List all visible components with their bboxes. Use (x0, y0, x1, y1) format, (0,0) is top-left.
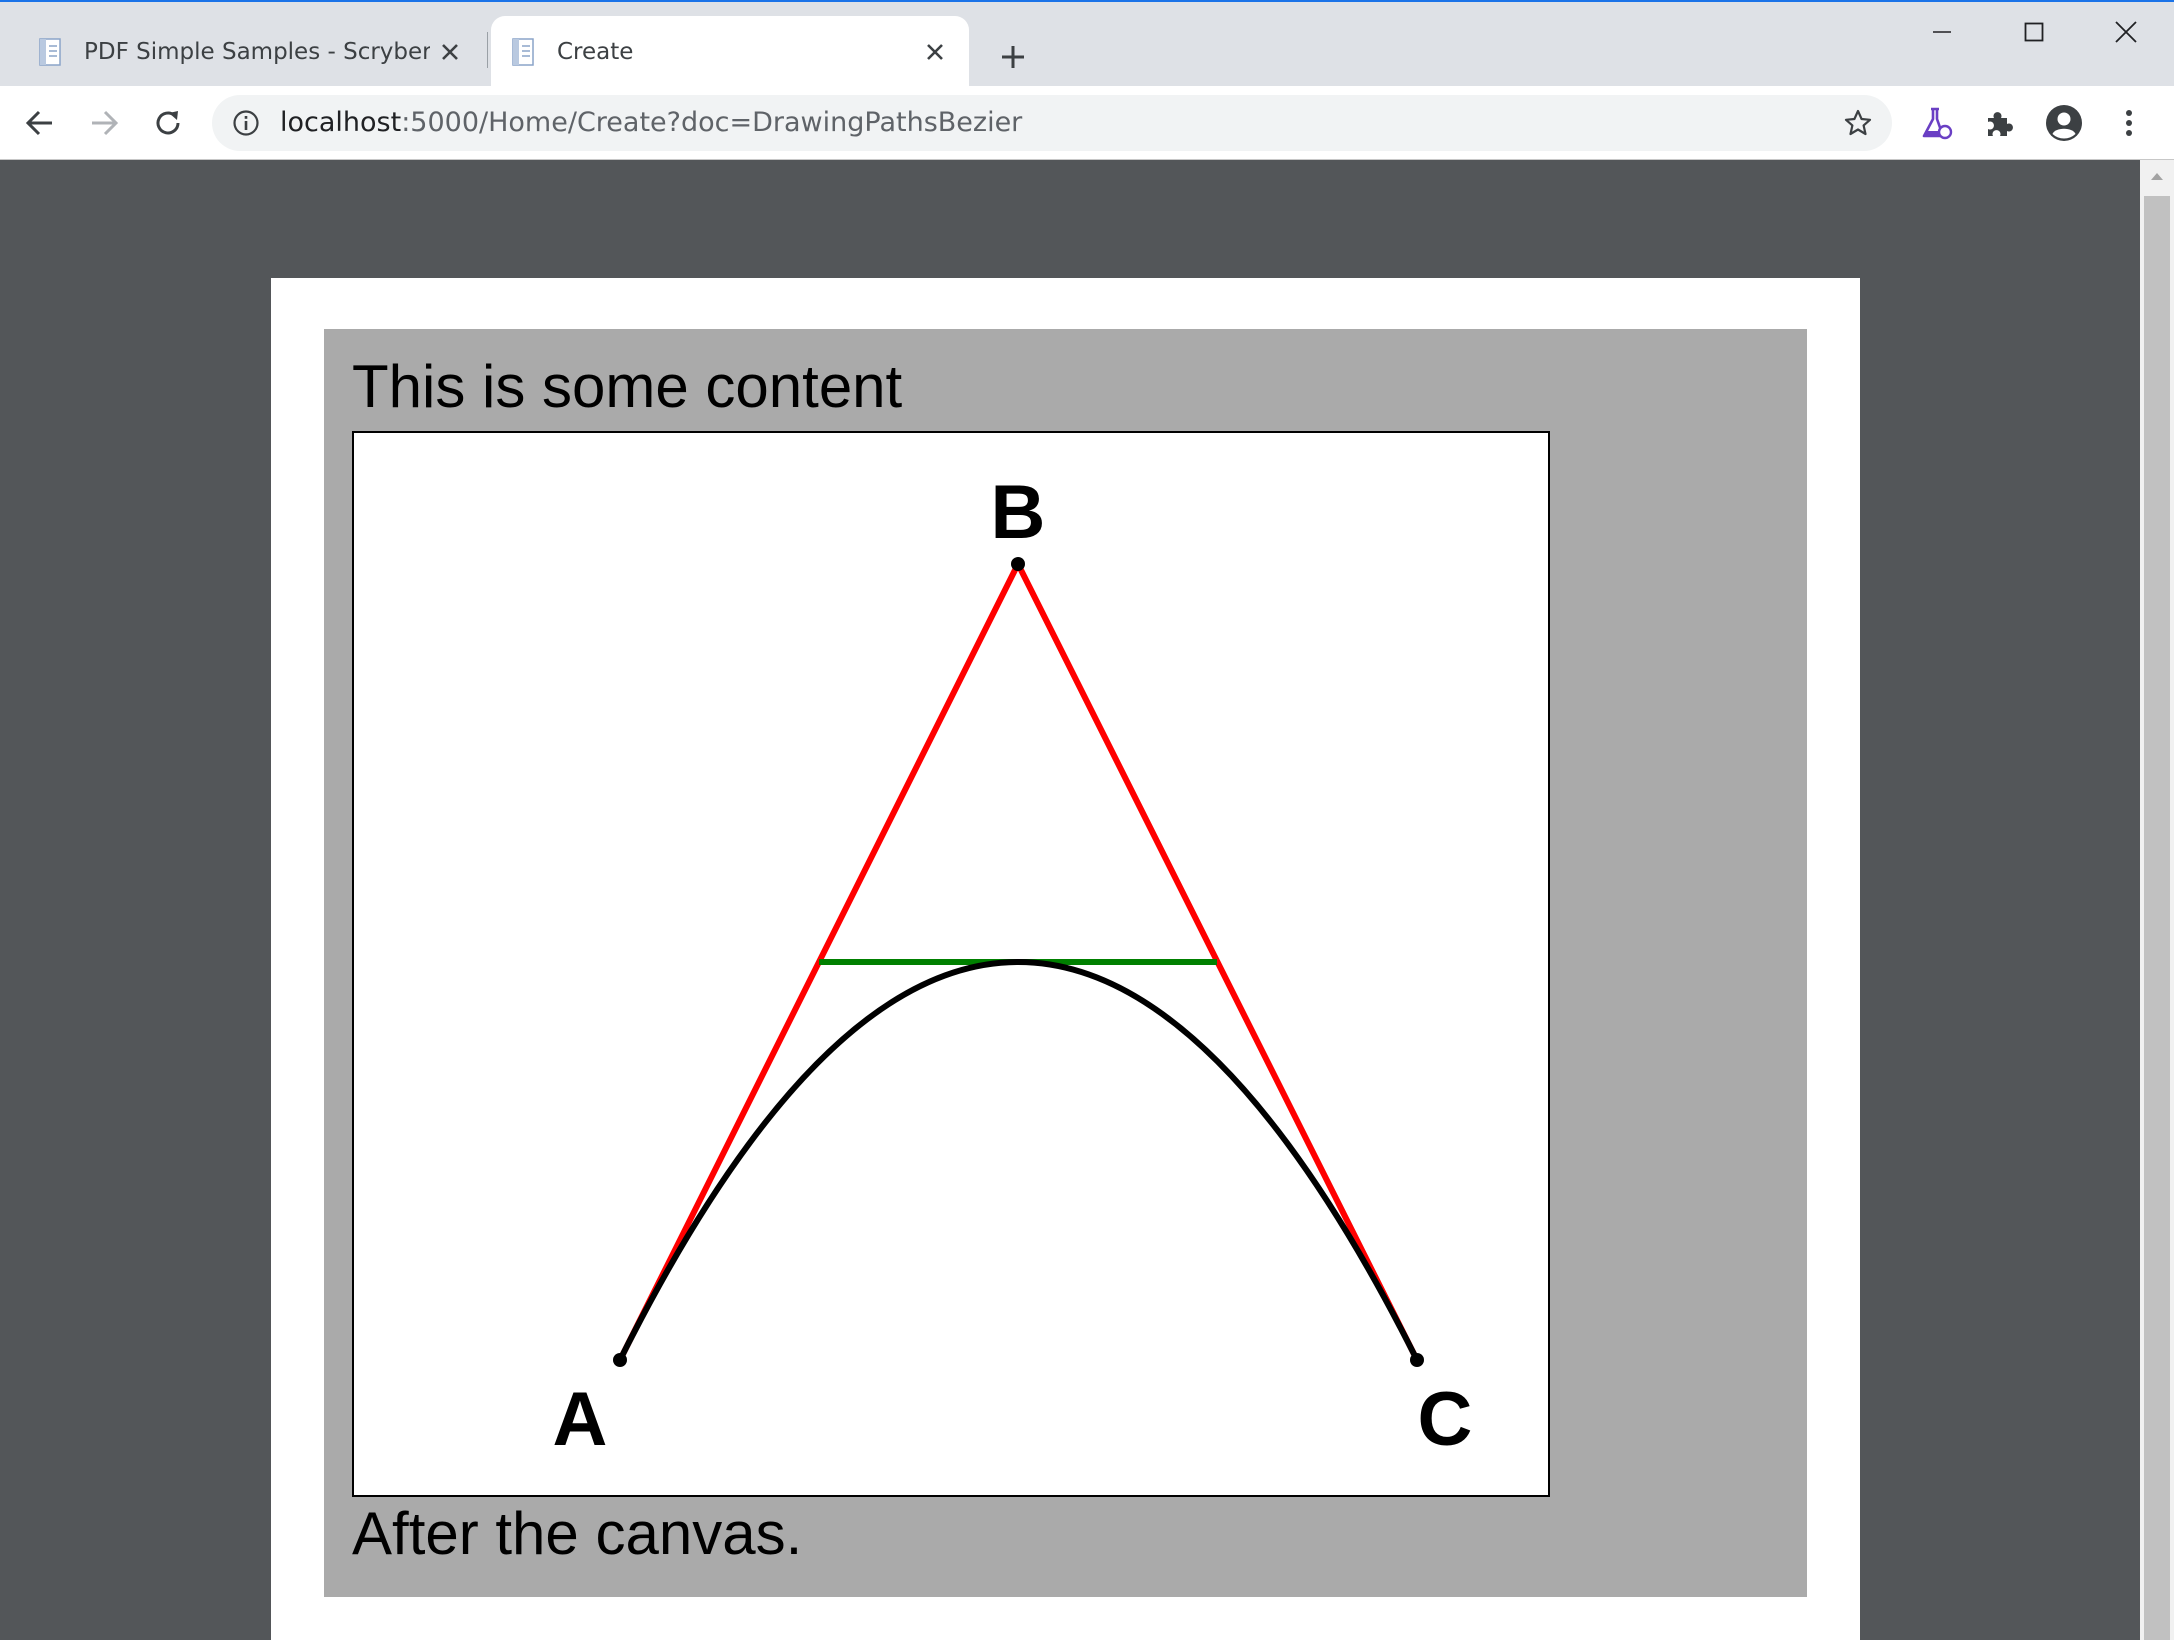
after-canvas-text: After the canvas. (352, 1500, 803, 1567)
browser-toolbar: localhost:5000/Home/Create?doc=DrawingPa… (0, 86, 2174, 160)
minimize-button[interactable] (1896, 2, 1988, 62)
address-bar[interactable]: localhost:5000/Home/Create?doc=DrawingPa… (212, 95, 1892, 151)
point-c-dot (1410, 1353, 1424, 1367)
tab-title: Create (557, 39, 634, 65)
minimize-icon (1933, 31, 1951, 33)
arrow-left-icon (25, 110, 52, 136)
reload-icon (156, 111, 180, 135)
point-a-label: A (553, 1377, 608, 1462)
tab-close-icon[interactable] (430, 32, 470, 72)
url-host: localhost (280, 107, 402, 138)
browser-title-bar: PDF Simple Samples - Scryber Create (0, 0, 2174, 88)
pdf-page: This is some content B A C After the can… (271, 278, 1860, 1640)
bezier-canvas: B A C (352, 431, 1550, 1497)
point-a-dot (613, 1353, 627, 1367)
labs-flask-button[interactable] (1913, 100, 1959, 146)
plus-icon (1002, 46, 1024, 68)
more-vert-icon (2126, 110, 2132, 136)
menu-button[interactable] (2106, 100, 2152, 146)
flask-icon (1922, 107, 1953, 140)
puzzle-icon (1988, 112, 2013, 136)
new-tab-button[interactable] (990, 34, 1036, 80)
point-b-dot (1011, 557, 1025, 571)
vertical-scrollbar[interactable] (2140, 160, 2174, 1640)
url-path: :5000/Home/Create?doc=DrawingPathsBezier (401, 107, 1023, 138)
content-heading: This is some content (352, 353, 903, 420)
point-b-label: B (991, 470, 1046, 555)
tab-separator (487, 32, 488, 68)
extensions-button[interactable] (1976, 100, 2022, 146)
maximize-icon (2024, 22, 2044, 42)
tab-title: PDF Simple Samples - Scryber (84, 39, 430, 65)
forward-button[interactable] (81, 100, 127, 146)
profile-button[interactable] (2041, 100, 2087, 146)
bookmark-star-icon[interactable] (1838, 103, 1878, 143)
close-window-button[interactable] (2080, 2, 2172, 62)
point-c-label: C (1418, 1377, 1473, 1462)
document-favicon-icon (512, 38, 534, 66)
arrow-right-icon (92, 110, 119, 136)
close-icon (2115, 21, 2137, 43)
document-favicon-icon (39, 38, 61, 66)
bezier-drawing: B A C (553, 470, 1473, 1462)
url-text[interactable]: localhost:5000/Home/Create?doc=DrawingPa… (280, 95, 1022, 151)
reload-button[interactable] (145, 100, 191, 146)
info-icon[interactable] (230, 107, 262, 139)
bezier-curve (617, 959, 1420, 1362)
account-avatar-icon (2046, 105, 2082, 141)
tab-close-icon[interactable] (915, 32, 955, 72)
scrollbar-thumb[interactable] (2144, 196, 2170, 1640)
scroll-up-arrow-icon[interactable] (2140, 160, 2174, 192)
maximize-button[interactable] (1988, 2, 2080, 62)
back-button[interactable] (17, 100, 63, 146)
content-block: This is some content B A C After the can… (324, 329, 1807, 1597)
tab-create[interactable]: Create (491, 16, 969, 88)
tab-pdf-simple-samples[interactable]: PDF Simple Samples - Scryber (18, 16, 484, 88)
